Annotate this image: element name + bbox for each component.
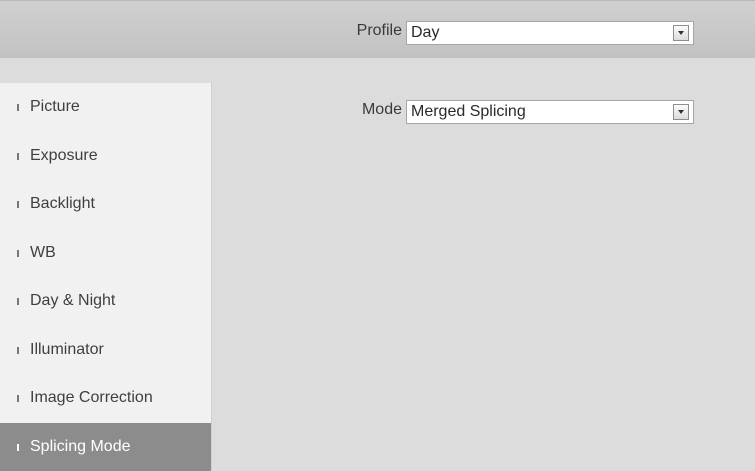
bullet-icon <box>17 201 19 208</box>
sidebar-item-picture[interactable]: Picture <box>0 83 211 132</box>
mode-label: Mode <box>330 101 402 119</box>
sidebar-item-label: Image Correction <box>30 374 153 423</box>
sidebar-item-backlight[interactable]: Backlight <box>0 180 211 229</box>
sidebar-item-day-night[interactable]: Day & Night <box>0 277 211 326</box>
bullet-icon <box>17 250 19 257</box>
sidebar-item-image-correction[interactable]: Image Correction <box>0 374 211 423</box>
bullet-icon <box>17 347 19 354</box>
sidebar-item-label: Day & Night <box>30 277 115 326</box>
sidebar-item-label: WB <box>30 229 56 278</box>
profile-select[interactable]: Day <box>406 21 694 45</box>
sidebar-item-wb[interactable]: WB <box>0 229 211 278</box>
sidebar-menu: Picture Exposure Backlight WB Day & Nigh… <box>0 83 212 470</box>
mode-select-value: Merged Splicing <box>411 103 526 121</box>
profile-label: Profile <box>330 22 402 40</box>
sidebar-item-exposure[interactable]: Exposure <box>0 132 211 181</box>
sidebar-item-label: Splicing Mode <box>30 423 131 471</box>
bullet-icon <box>17 104 19 111</box>
sidebar-item-label: Picture <box>30 83 80 132</box>
bullet-icon <box>17 298 19 305</box>
sidebar-item-label: Illuminator <box>30 326 104 375</box>
sidebar-item-label: Exposure <box>30 132 98 181</box>
sidebar-item-splicing-mode[interactable]: Splicing Mode <box>0 423 211 471</box>
sidebar-item-illuminator[interactable]: Illuminator <box>0 326 211 375</box>
bullet-icon <box>17 395 19 402</box>
chevron-down-icon[interactable] <box>673 25 689 41</box>
chevron-down-icon[interactable] <box>673 104 689 120</box>
profile-select-value: Day <box>411 24 439 42</box>
mode-select[interactable]: Merged Splicing <box>406 100 694 124</box>
bullet-icon <box>17 444 19 451</box>
sidebar-item-label: Backlight <box>30 180 95 229</box>
bullet-icon <box>17 153 19 160</box>
profile-bar: Profile Day <box>0 0 755 58</box>
